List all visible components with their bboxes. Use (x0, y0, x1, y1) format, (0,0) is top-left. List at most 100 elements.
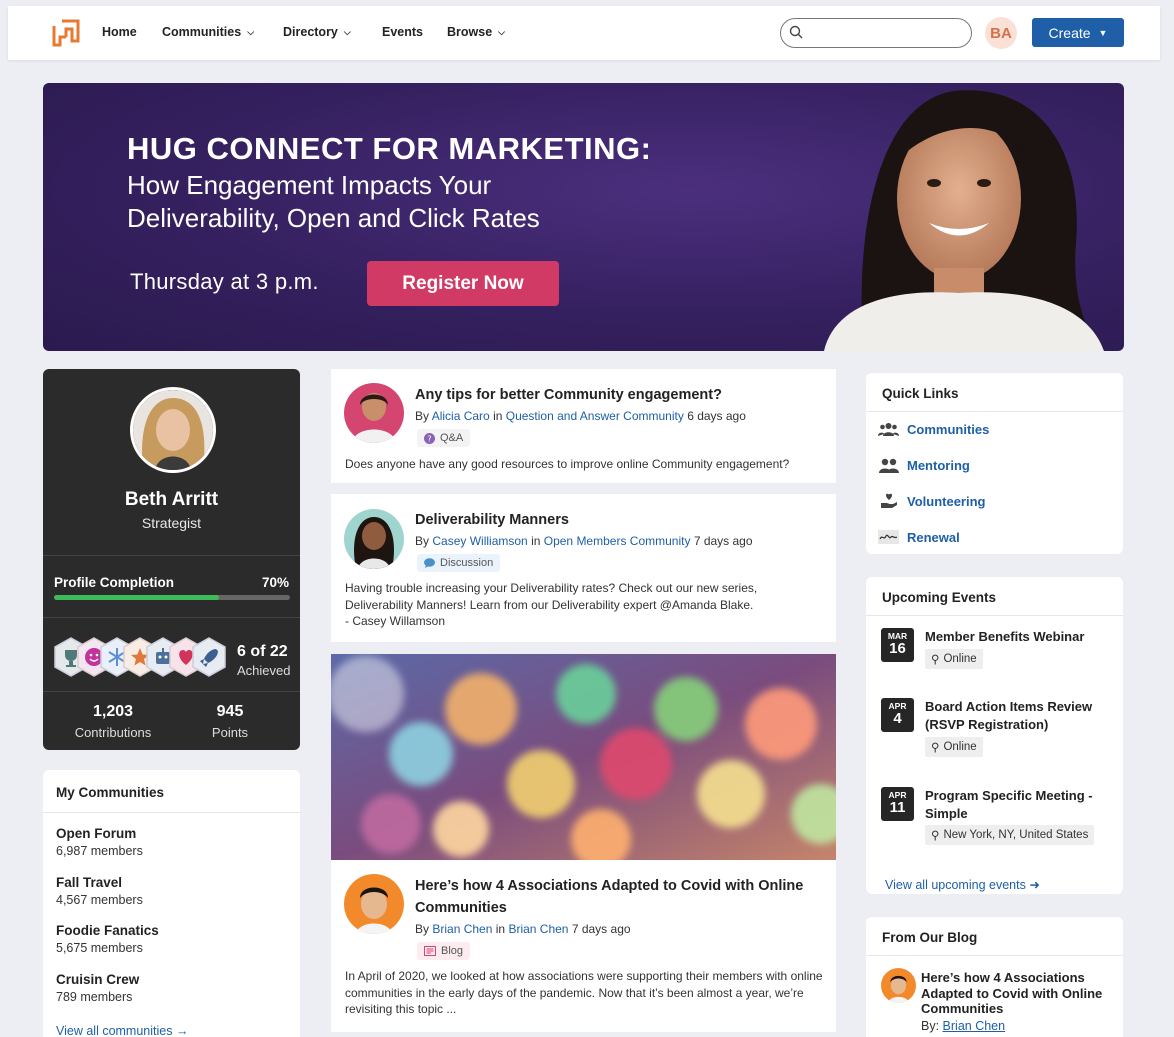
view-all-communities-link[interactable]: View all communities → (56, 1024, 188, 1037)
post-tag[interactable]: ? Q&A (417, 429, 471, 447)
top-nav: Home Communities ⌵ Directory ⌵ Events Brow… (8, 6, 1160, 60)
arrow-right-icon: ➜ (1029, 878, 1040, 892)
quick-link-renewal[interactable]: Renewal (878, 528, 960, 546)
search-input[interactable] (780, 18, 972, 48)
post-body: Does anyone have any good resources to i… (345, 457, 790, 471)
blog-post-byline: By: Brian Chen (921, 1019, 1006, 1033)
quick-link-communities[interactable]: Communities (878, 420, 989, 438)
points-stat[interactable]: 945 Points (166, 703, 294, 740)
blog-author-link[interactable]: Brian Chen (943, 1019, 1006, 1033)
post-tag[interactable]: Discussion (417, 554, 501, 572)
banner-subhead: How Engagement Impacts Your Deliverabili… (127, 170, 540, 233)
event-location: ⚲ New York, NY, United States (925, 825, 1095, 845)
feed-post[interactable]: Any tips for better Community engagement… (331, 369, 836, 483)
community-link[interactable]: Question and Answer Community (506, 409, 684, 423)
event-title[interactable]: Program Specific Meeting - Simple (925, 787, 1115, 823)
create-button[interactable]: Create ▼ (1032, 18, 1124, 47)
blog-card: From Our Blog Here’s how 4 Associations … (866, 917, 1123, 1037)
points-count: 945 (216, 703, 244, 720)
rocket-badge-icon (192, 637, 226, 677)
divider (43, 617, 300, 618)
chevron-down-icon: ⌵ (343, 26, 351, 37)
community-name: Fall Travel (56, 875, 123, 890)
nav-communities[interactable]: Communities ⌵ (162, 25, 254, 39)
blog-post-title[interactable]: Here’s how 4 Associations Adapted to Cov… (921, 970, 1111, 1017)
my-communities-card: My Communities Open Forum 6,987 members F… (43, 770, 300, 1037)
community-link[interactable]: Brian Chen (508, 922, 568, 936)
people-icon (878, 456, 899, 474)
profile-card: Beth Arritt Strategist Profile Completio… (43, 369, 300, 750)
post-tag[interactable]: Blog (417, 942, 471, 960)
chevron-down-icon: ⌵ (498, 26, 505, 37)
profile-completion-bar (54, 595, 290, 600)
contributions-stat[interactable]: 1,203 Contributions (49, 703, 177, 740)
post-title[interactable]: Any tips for better Community engagement… (415, 384, 825, 406)
profile-role: Strategist (141, 515, 202, 531)
banner-date: Thursday at 3 p.m. (130, 269, 319, 294)
nav-home[interactable]: Home (102, 25, 137, 39)
post-body: In April of 2020, we looked at how assoc… (345, 969, 823, 1016)
quick-links-card: Quick Links Communities Mentoring Volunt… (866, 373, 1123, 554)
quick-link-volunteering[interactable]: Volunteering (878, 492, 985, 510)
blog-title: From Our Blog (882, 930, 978, 945)
group-icon (878, 420, 899, 438)
search-icon (789, 25, 803, 39)
map-pin-icon: ⚲ (931, 654, 940, 666)
chevron-down-icon: ⌵ (247, 26, 255, 37)
hug-logo[interactable] (52, 19, 80, 47)
author-avatar[interactable] (344, 874, 404, 934)
blog-author-avatar[interactable] (881, 968, 916, 1003)
community-members: 789 members (56, 990, 133, 1004)
community-name: Cruisin Crew (56, 972, 140, 987)
community-name: Open Forum (56, 826, 137, 841)
post-meta: By Brian Chen in Brian Chen 7 days ago (415, 922, 631, 936)
post-title[interactable]: Here’s how 4 Associations Adapted to Cov… (415, 875, 825, 919)
feed-post[interactable]: Here’s how 4 Associations Adapted to Cov… (331, 860, 836, 1032)
profile-completion-fill (54, 595, 220, 600)
map-pin-icon: ⚲ (931, 742, 940, 754)
divider (43, 555, 300, 556)
post-body: Having trouble increasing your Deliverab… (345, 581, 758, 628)
register-now-button[interactable]: Register Now (367, 261, 559, 306)
event-date-badge: MAR 16 (881, 628, 914, 662)
quick-link-mentoring[interactable]: Mentoring (878, 456, 970, 474)
event-date-badge: APR 4 (881, 698, 914, 732)
promo-banner: HUG CONNECT FOR MARKETING: How Engagemen… (43, 83, 1124, 351)
map-pin-icon: ⚲ (931, 830, 940, 842)
post-cover-image[interactable] (331, 654, 836, 860)
profile-completion-value: 70% (261, 575, 289, 590)
profile-completion-label: Profile Completion (54, 575, 175, 590)
caret-down-icon: ▼ (1098, 27, 1108, 38)
achievements-label: Achieved (237, 663, 291, 678)
community-item[interactable]: Fall Travel 4,567 members (56, 875, 143, 907)
svg-text:?: ? (427, 434, 431, 443)
divider (866, 411, 1123, 412)
author-link[interactable]: Alicia Caro (432, 409, 490, 423)
achievement-badges[interactable] (53, 637, 228, 677)
profile-avatar[interactable] (130, 387, 216, 473)
community-item[interactable]: Foodie Fanatics 5,675 members (56, 923, 159, 955)
nav-directory[interactable]: Directory ⌵ (283, 25, 351, 39)
community-item[interactable]: Cruisin Crew 789 members (56, 972, 139, 1004)
quick-links-title: Quick Links (882, 386, 959, 401)
contributions-label: Contributions (74, 725, 152, 740)
event-title[interactable]: Member Benefits Webinar (925, 628, 1115, 646)
community-item[interactable]: Open Forum 6,987 members (56, 826, 143, 858)
author-avatar[interactable] (344, 509, 404, 569)
divider (866, 955, 1123, 956)
event-location: ⚲ Online (925, 737, 983, 757)
event-date-badge: APR 11 (881, 787, 914, 821)
post-title[interactable]: Deliverability Manners (415, 509, 825, 531)
feed-post[interactable]: Deliverability Manners By Casey Williams… (331, 494, 836, 642)
event-title[interactable]: Board Action Items Review (RSVP Registra… (925, 698, 1115, 734)
nav-browse[interactable]: Browse ⌵ (447, 25, 505, 39)
nav-events[interactable]: Events (382, 25, 423, 39)
post-meta: By Alicia Caro in Question and Answer Co… (415, 409, 746, 423)
author-avatar[interactable] (344, 383, 404, 443)
author-link[interactable]: Casey Williamson (432, 534, 527, 548)
chat-bubble-icon (424, 558, 435, 568)
community-link[interactable]: Open Members Community (544, 534, 691, 548)
author-link[interactable]: Brian Chen (432, 922, 492, 936)
view-all-events-link[interactable]: View all upcoming events ➜ (885, 877, 1040, 892)
user-avatar[interactable]: BA (985, 17, 1017, 49)
